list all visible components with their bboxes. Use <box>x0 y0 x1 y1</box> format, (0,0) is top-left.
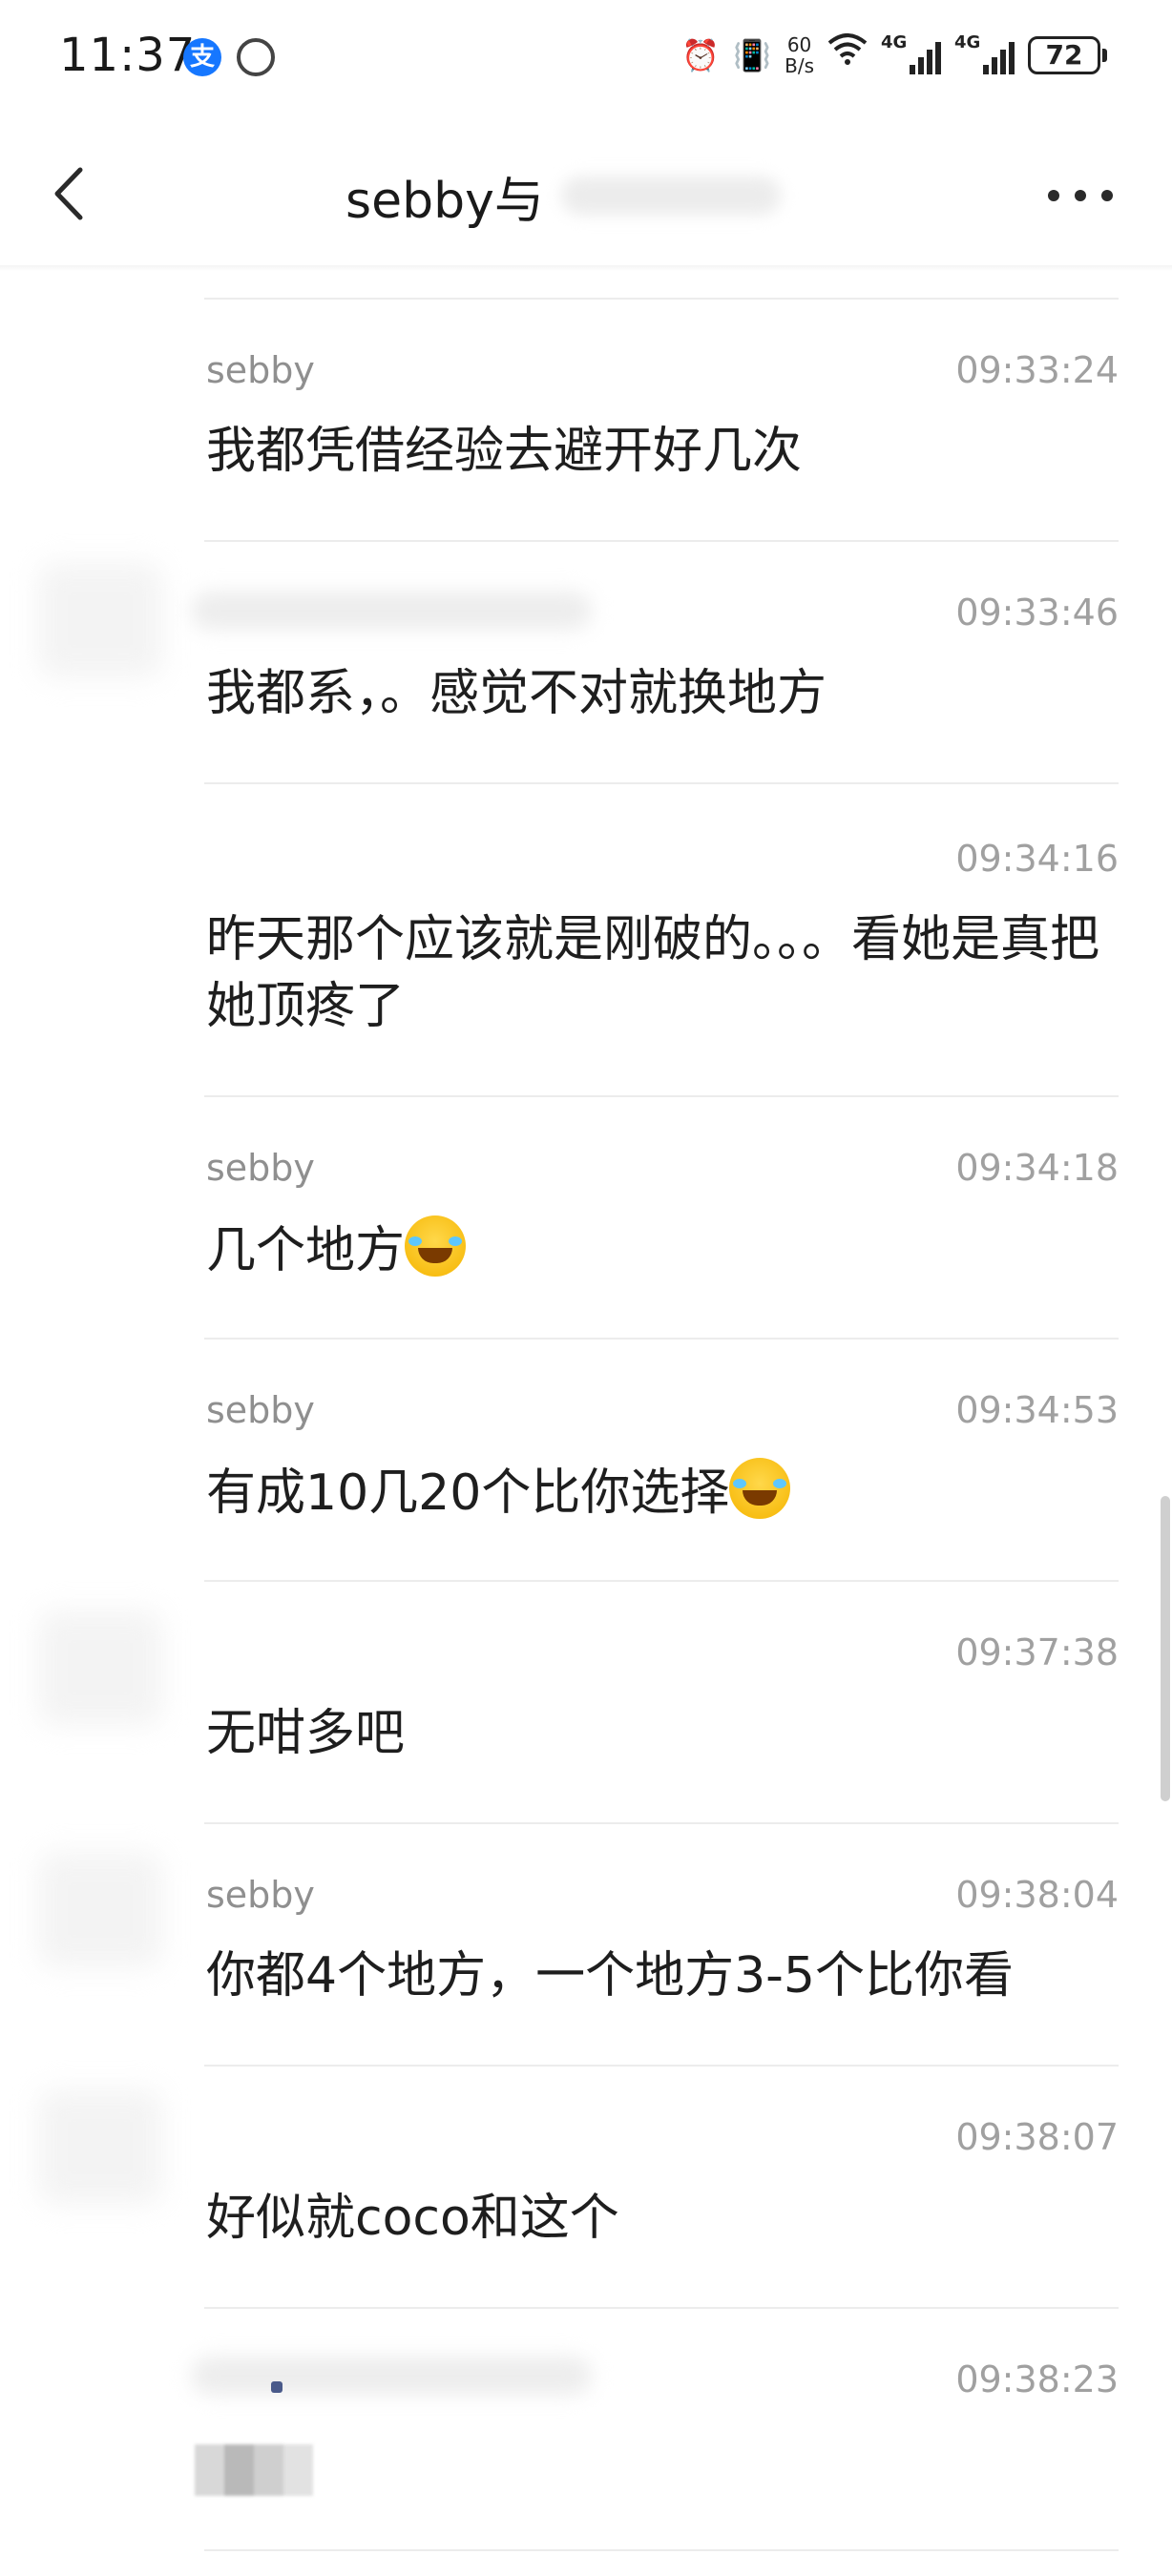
message-text: 有成10几20个比你选择 <box>206 1465 730 1522</box>
avatar <box>38 1610 162 1725</box>
header-divider <box>0 265 1172 271</box>
laughing-emoji-icon <box>405 1215 467 1277</box>
message-text-row: 有成10几20个比你选择 <box>206 1458 1122 1527</box>
status-icons: ⏰ 📳 60 B/s 4G 4G 72 <box>681 27 1107 84</box>
sender-name: sebby <box>206 1147 315 1189</box>
laughing-emoji-icon <box>729 1458 791 1519</box>
sender-name: sebby <box>206 1389 315 1431</box>
divider <box>204 1338 1119 1340</box>
signal-icon-2: 4G <box>954 32 1015 74</box>
redacted-name <box>560 177 781 215</box>
message-text: 我都凭借经验去避开好几次 <box>206 423 803 480</box>
divider <box>204 1095 1119 1097</box>
more-button[interactable] <box>1042 162 1119 229</box>
divider <box>204 2065 1119 2067</box>
alarm-icon: ⏰ <box>681 37 721 73</box>
message-time: 09:33:46 <box>955 592 1119 634</box>
back-button[interactable] <box>38 160 105 227</box>
chevron-left-icon <box>54 167 83 220</box>
battery-icon: 72 <box>1028 36 1107 74</box>
message-time: 09:33:24 <box>955 349 1119 391</box>
wifi-icon <box>827 27 868 84</box>
message-text: 几个地方 <box>206 1222 406 1279</box>
message-text: 无咁多吧 <box>206 1705 406 1762</box>
divider <box>204 1822 1119 1824</box>
more-dot-icon <box>1048 190 1059 201</box>
alipay-icon: 支 <box>183 38 221 76</box>
vibrate-icon: 📳 <box>733 37 772 73</box>
message-time: 09:38:07 <box>955 2116 1119 2158</box>
divider <box>204 2549 1119 2551</box>
message-time: 09:34:18 <box>955 1147 1119 1189</box>
message-text: 你都4个地方，一个地方3-5个比你看 <box>206 1947 1015 2005</box>
divider <box>204 540 1119 542</box>
scrollbar[interactable] <box>1161 1496 1170 1801</box>
message-time: 09:38:23 <box>955 2358 1119 2400</box>
app-icon <box>237 38 275 76</box>
net-speed: 60 B/s <box>785 33 814 77</box>
redacted-sender <box>191 592 592 630</box>
chat-header: sebby与 <box>0 134 1172 258</box>
status-time: 11:37 <box>59 29 197 82</box>
redacted-message <box>195 2444 313 2496</box>
more-dot-icon <box>1075 190 1086 201</box>
page-title: sebby与 <box>345 172 544 230</box>
battery-level: 72 <box>1028 36 1100 74</box>
message-text: 我都系，。感觉不对就换地方 <box>206 665 827 722</box>
message-text: 好似就coco和这个 <box>206 2190 619 2247</box>
message-time: 09:34:53 <box>955 1389 1119 1431</box>
divider <box>204 1580 1119 1582</box>
redacted-mark <box>271 2381 283 2393</box>
message-text-row: 几个地方 <box>206 1215 1122 1284</box>
page-title-wrap: sebby与 <box>345 162 781 230</box>
divider <box>204 298 1119 300</box>
more-dot-icon <box>1101 190 1113 201</box>
divider <box>204 2307 1119 2309</box>
message-time: 09:34:16 <box>955 838 1119 880</box>
redacted-sender <box>191 2357 592 2395</box>
avatar <box>38 1853 162 1967</box>
signal-icon: 4G <box>881 32 941 74</box>
avatar <box>38 563 162 677</box>
divider <box>204 782 1119 784</box>
message-text: 昨天那个应该就是刚破的。。。看她是真把她顶疼了 <box>206 911 1100 1035</box>
message-time: 09:37:38 <box>955 1631 1119 1673</box>
status-bar: 11:37 支 ⏰ 📳 60 B/s 4G 4G 72 <box>0 0 1172 116</box>
sender-name: sebby <box>206 1874 315 1916</box>
message-time: 09:38:04 <box>955 1874 1119 1916</box>
sender-name: sebby <box>206 349 315 391</box>
avatar <box>38 2089 162 2204</box>
